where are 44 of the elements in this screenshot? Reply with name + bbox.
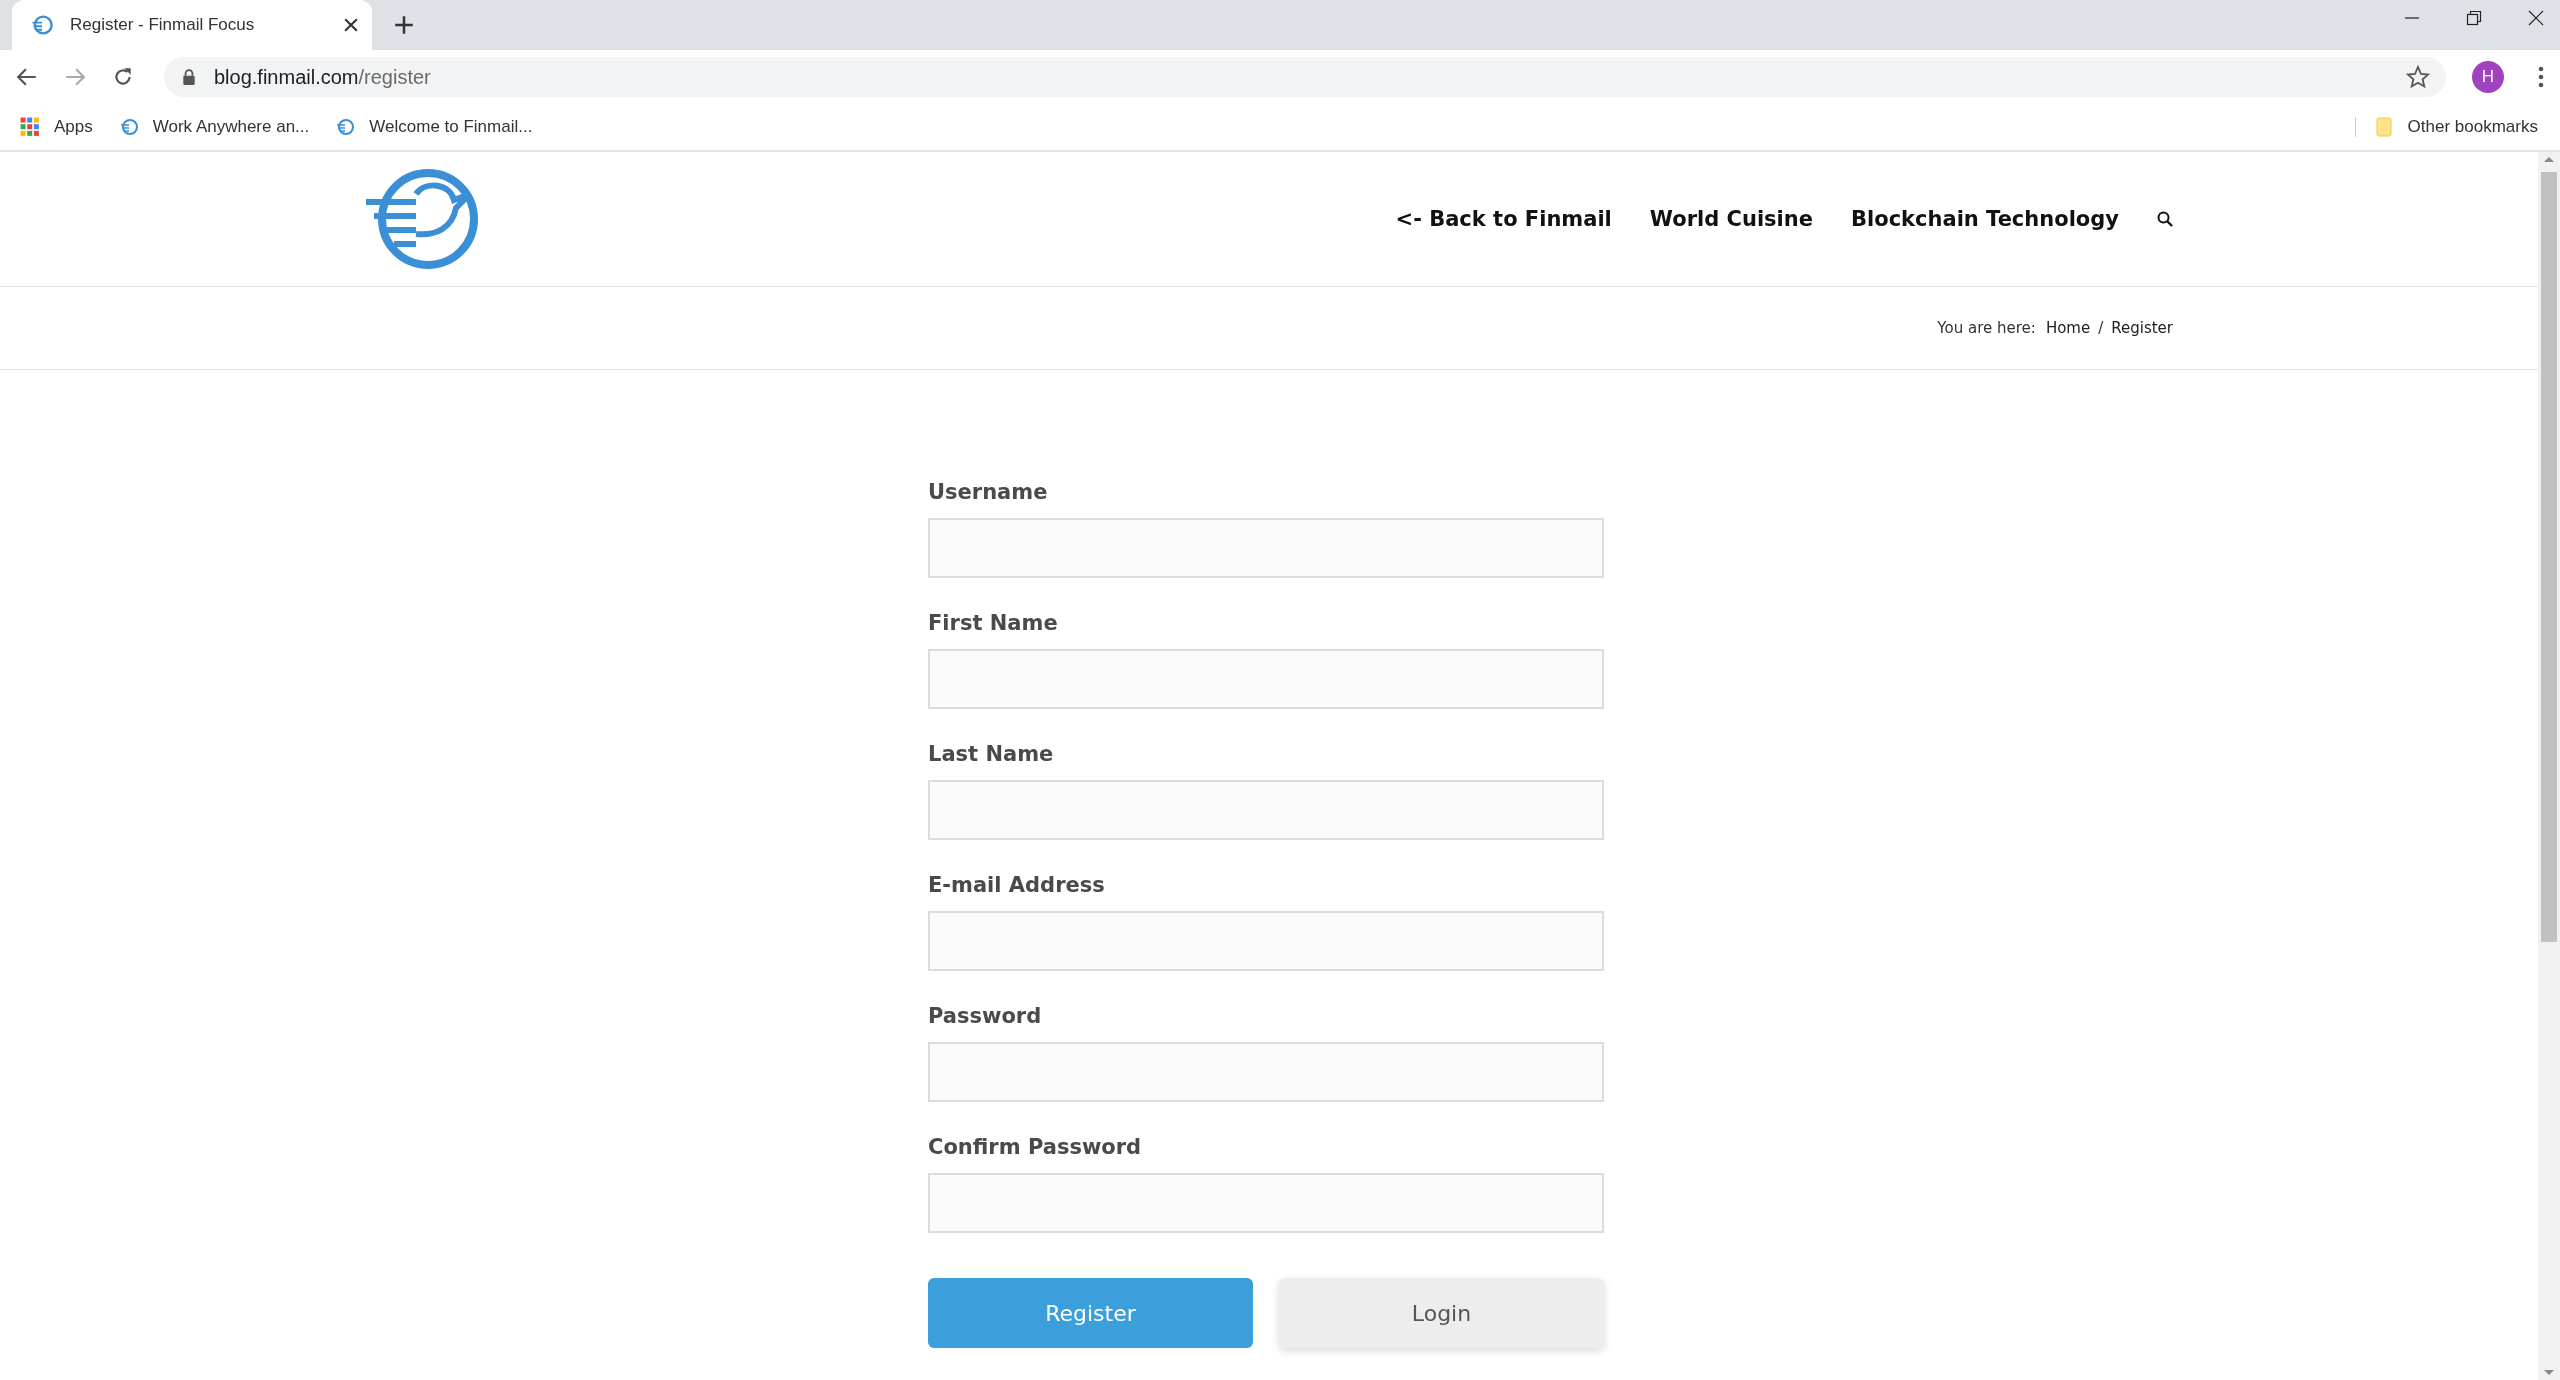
- input-field[interactable]: [928, 911, 1604, 971]
- restore-icon[interactable]: [2466, 10, 2482, 26]
- bookmark[interactable]: Apps: [20, 117, 93, 137]
- breadcrumb-link[interactable]: Home: [2045, 319, 2091, 337]
- field-label: Confirm Password: [928, 1135, 1143, 1159]
- breadcrumb-link[interactable]: Register: [2111, 319, 2173, 337]
- forward-arrow-icon[interactable]: [64, 66, 86, 88]
- nav-link[interactable]: <- Back to Finmail: [1395, 207, 1612, 231]
- field-label: Username: [928, 480, 1049, 504]
- back-arrow-icon[interactable]: [16, 66, 38, 88]
- nav-link[interactable]: World Cuisine: [1649, 207, 1813, 231]
- input-field[interactable]: [928, 780, 1604, 840]
- menu-icon[interactable]: [2538, 66, 2544, 88]
- profile-avatar[interactable]: H: [2472, 61, 2504, 93]
- scrollbar[interactable]: [2538, 152, 2560, 1380]
- search-icon[interactable]: [2157, 211, 2173, 227]
- field-label: Password: [928, 1004, 1043, 1028]
- login-button[interactable]: Login: [1279, 1278, 1604, 1348]
- address-bar[interactable]: blog.finmail.com/register: [164, 57, 2446, 97]
- input-field[interactable]: [928, 1042, 1604, 1102]
- new-tab-icon[interactable]: [394, 15, 414, 35]
- bookmark[interactable]: Work Anywhere an...: [118, 117, 310, 137]
- input-field[interactable]: [928, 1173, 1604, 1233]
- scroll-up-icon[interactable]: [2544, 156, 2554, 162]
- bookmark[interactable]: Welcome to Finmail...: [335, 117, 533, 137]
- close-icon[interactable]: [344, 18, 358, 32]
- scrollbar-thumb[interactable]: [2541, 172, 2557, 942]
- reload-icon[interactable]: [112, 66, 134, 88]
- breadcrumb-separator: /: [2098, 319, 2104, 337]
- breadcrumb-label: You are here:: [1937, 319, 2036, 337]
- grid-icon: [20, 117, 40, 137]
- lock-icon: [182, 69, 196, 85]
- input-field[interactable]: [928, 518, 1604, 578]
- folder-icon: [2373, 117, 2394, 137]
- bookmark-folder[interactable]: Other bookmarks: [2354, 117, 2538, 137]
- browser-tab[interactable]: Register - Finmail Focus: [12, 0, 372, 50]
- field-label: E-mail Address: [928, 873, 1106, 897]
- nav-link[interactable]: Blockchain Technology: [1851, 207, 2119, 231]
- field-label: First Name: [928, 611, 1059, 635]
- field-label: Last Name: [928, 742, 1055, 766]
- scroll-down-icon[interactable]: [2544, 1370, 2554, 1376]
- input-field[interactable]: [928, 649, 1604, 709]
- close-icon[interactable]: [2528, 10, 2544, 26]
- star-icon[interactable]: [2406, 65, 2430, 89]
